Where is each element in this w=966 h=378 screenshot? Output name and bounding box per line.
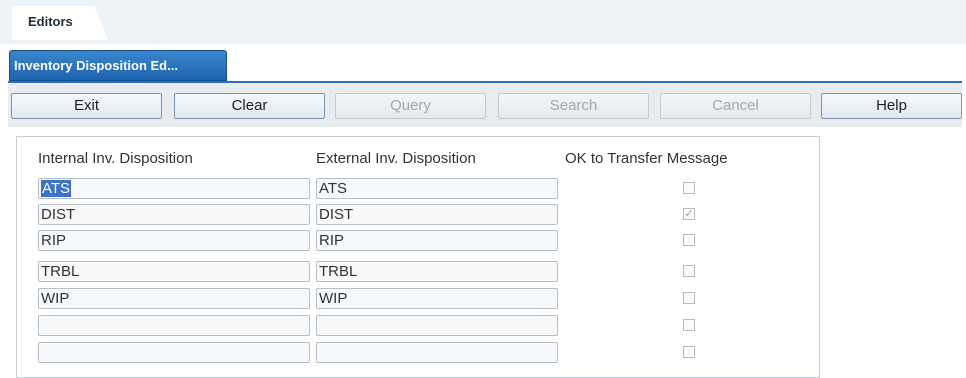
search-button[interactable]: Search — [498, 93, 649, 119]
internal-disposition-field[interactable]: RIP — [38, 230, 310, 251]
ok-to-transfer-checkbox[interactable] — [683, 265, 695, 277]
ok-to-transfer-checkbox[interactable]: ✓ — [683, 208, 695, 220]
external-disposition-header: External Inv. Disposition — [316, 150, 476, 167]
ok-to-transfer-checkbox[interactable] — [683, 292, 695, 304]
ok-to-transfer-checkbox[interactable] — [683, 319, 695, 331]
ok-to-transfer-checkbox[interactable] — [683, 234, 695, 246]
inventory-disposition-tab[interactable]: Inventory Disposition Ed... — [9, 50, 227, 81]
ok-to-transfer-checkbox[interactable] — [683, 182, 695, 194]
query-button[interactable]: Query — [335, 93, 486, 119]
clear-button[interactable]: Clear — [174, 93, 325, 119]
exit-button[interactable]: Exit — [11, 93, 162, 119]
external-disposition-field[interactable]: WIP — [316, 288, 558, 309]
external-disposition-field[interactable] — [316, 315, 558, 336]
editors-tab-label: Editors — [28, 14, 73, 29]
internal-disposition-field[interactable]: DIST — [38, 204, 310, 225]
top-tab-bar — [0, 0, 966, 44]
internal-disposition-field[interactable]: ATS — [38, 178, 310, 199]
external-disposition-field[interactable]: DIST — [316, 204, 558, 225]
internal-disposition-header: Internal Inv. Disposition — [38, 150, 193, 167]
help-button[interactable]: Help — [821, 93, 962, 119]
ok-to-transfer-checkbox[interactable] — [683, 346, 695, 358]
internal-disposition-field[interactable] — [38, 342, 310, 363]
cancel-button[interactable]: Cancel — [660, 93, 811, 119]
external-disposition-field[interactable]: TRBL — [316, 261, 558, 282]
internal-disposition-field[interactable]: WIP — [38, 288, 310, 309]
selected-text: ATS — [41, 180, 72, 197]
internal-disposition-field[interactable] — [38, 315, 310, 336]
internal-disposition-field[interactable]: TRBL — [38, 261, 310, 282]
external-disposition-field[interactable]: RIP — [316, 230, 558, 251]
external-disposition-field[interactable] — [316, 342, 558, 363]
ok-to-transfer-header: OK to Transfer Message — [565, 150, 728, 167]
external-disposition-field[interactable]: ATS — [316, 178, 558, 199]
